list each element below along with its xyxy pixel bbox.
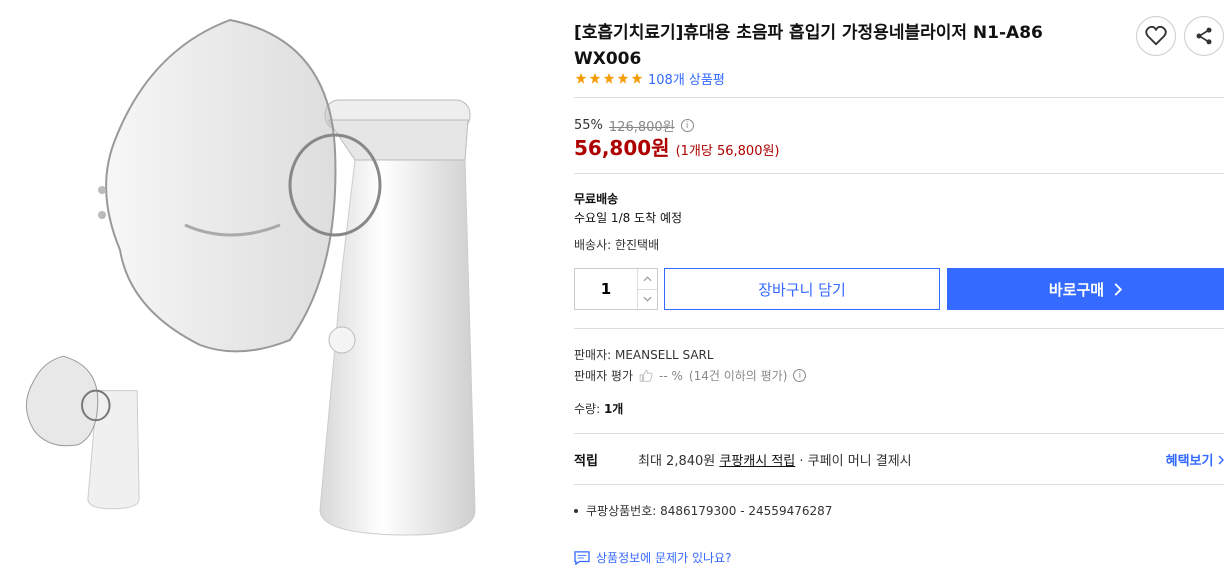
thumbs-up-icon: [639, 369, 653, 382]
price-row: 56,800원 (1개당 56,800원): [574, 132, 780, 161]
info-icon[interactable]: i: [680, 119, 694, 132]
divider: [574, 328, 1224, 329]
report-issue-label: 상품정보에 문제가 있나요?: [596, 551, 732, 565]
reward-text: 최대 2,840원 쿠팡캐시 적립 · 쿠페이 머니 결제시: [638, 450, 912, 469]
rating-row: 108개 상품평: [574, 69, 725, 88]
chevron-right-icon: [1114, 282, 1123, 296]
product-info-panel: [호흡기치료기]휴대용 초음파 흡입기 가정용네블라이저 N1-A86 WX00…: [574, 0, 1226, 577]
rating-stars: [574, 72, 644, 85]
seller-rating-label: 판매자 평가: [574, 369, 634, 383]
courier-info: 배송사: 한진택배: [574, 238, 660, 252]
star-icon: [575, 73, 587, 84]
product-title: [호흡기치료기]휴대용 초음파 흡입기 가정용네블라이저 N1-A86 WX00…: [574, 23, 1043, 69]
seller-rating-note: (14건 이하의 평가): [688, 369, 788, 383]
reward-title: 적립: [574, 454, 598, 469]
benefit-link-label: 혜택보기: [1165, 454, 1214, 469]
star-icon: [603, 73, 615, 84]
review-count-link[interactable]: 108개 상품평: [648, 69, 725, 88]
chevron-down-icon: [643, 297, 652, 302]
chat-icon: [574, 550, 590, 565]
quantity-increase-button[interactable]: [638, 269, 657, 290]
quantity-decrease-button[interactable]: [638, 290, 657, 310]
share-button[interactable]: [1184, 16, 1224, 56]
star-icon: [617, 73, 629, 84]
reward-condition: · 쿠페이 머니 결제시: [799, 454, 912, 469]
quantity-arrows: [637, 269, 657, 309]
divider: [574, 173, 1224, 174]
product-number-row: 쿠팡상품번호: 8486179300 - 24559476287: [574, 502, 832, 519]
buy-now-label: 바로구매: [1048, 280, 1105, 299]
report-issue-link[interactable]: 상품정보에 문제가 있나요?: [574, 549, 731, 566]
benefit-link[interactable]: 혜택보기: [1165, 450, 1225, 469]
chevron-right-icon: [1218, 455, 1225, 465]
seller-rating-value: -- %: [659, 368, 683, 383]
bullet-icon: [574, 508, 578, 513]
seller-rating-row: 판매자 평가 -- % (14건 이하의 평가) i: [574, 367, 807, 384]
quantity-stepper: [574, 268, 658, 310]
quantity-summary-label: 수량:: [574, 402, 601, 416]
chevron-up-icon: [643, 276, 652, 281]
reward-max: 최대 2,840원: [638, 454, 716, 469]
buy-now-button[interactable]: 바로구매: [947, 268, 1224, 310]
coupang-cash-link[interactable]: 쿠팡캐시 적립: [719, 454, 795, 469]
reward-row: 적립 최대 2,840원 쿠팡캐시 적립 · 쿠페이 머니 결제시 혜택보기: [574, 450, 1225, 469]
quantity-summary-value: 1개: [603, 402, 624, 416]
unit-price: (1개당 56,800원): [675, 144, 780, 159]
sale-price: 56,800원: [574, 136, 670, 160]
arrival-date: 수요일 1/8 도착 예정: [574, 211, 683, 225]
divider: [574, 484, 1224, 485]
wishlist-button[interactable]: [1136, 16, 1176, 56]
heart-icon: [1145, 26, 1167, 46]
product-number: 쿠팡상품번호: 8486179300 - 24559476287: [586, 504, 833, 518]
divider: [574, 433, 1224, 434]
info-icon[interactable]: i: [793, 369, 807, 382]
divider: [574, 97, 1224, 98]
quantity-input[interactable]: [575, 269, 637, 309]
product-thumbnail[interactable]: [18, 350, 146, 514]
share-icon: [1196, 27, 1212, 45]
free-shipping-label: 무료배송: [574, 192, 619, 206]
star-icon: [589, 73, 601, 84]
discount-rate: 55%: [574, 118, 603, 133]
add-to-cart-button[interactable]: 장바구니 담기: [664, 268, 940, 310]
star-icon: [631, 73, 643, 84]
seller-name: 판매자: MEANSELL SARL: [574, 348, 714, 362]
quantity-summary: 수량: 1개: [574, 400, 623, 417]
